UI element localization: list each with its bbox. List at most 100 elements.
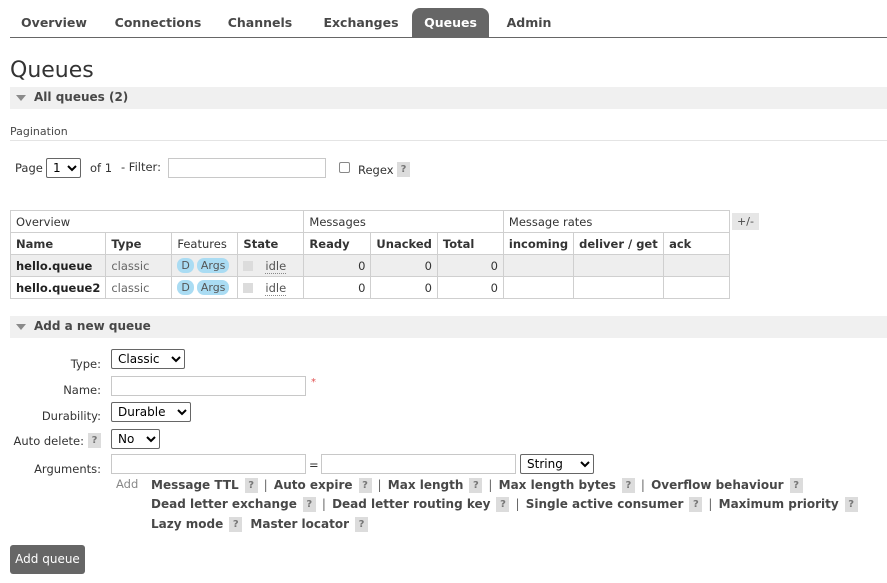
queue-type: classic xyxy=(105,254,173,277)
column-header-unacked[interactable]: Unacked xyxy=(370,232,438,255)
rate-ack xyxy=(663,276,731,299)
help-icon[interactable]: ? xyxy=(496,497,510,512)
column-header-ack[interactable]: ack xyxy=(663,232,731,255)
all-queues-section-toggle[interactable]: All queues (2) xyxy=(10,87,887,109)
group-header-overview: Overview xyxy=(9,210,305,233)
hint-max-length-bytes[interactable]: Max length bytes xyxy=(499,478,616,492)
argument-type-select[interactable]: String xyxy=(520,454,594,474)
hint-lazy-mode[interactable]: Lazy mode xyxy=(151,517,223,531)
hint-overflow-behaviour[interactable]: Overflow behaviour xyxy=(651,478,784,492)
messages-ready: 0 xyxy=(303,254,372,277)
rate-deliver-get xyxy=(573,254,665,277)
help-icon[interactable]: ? xyxy=(621,478,635,493)
equals-sign: = xyxy=(309,458,319,472)
auto-delete-select[interactable]: No xyxy=(111,429,160,449)
column-header-incoming[interactable]: incoming xyxy=(502,232,575,255)
column-options-button[interactable]: +/- xyxy=(732,213,759,230)
type-label: Type: xyxy=(70,357,101,371)
durability-select[interactable]: Durable xyxy=(111,402,191,422)
required-marker: * xyxy=(311,377,316,388)
pagination-label: Pagination xyxy=(10,125,68,138)
help-icon[interactable]: ? xyxy=(469,478,483,493)
regex-help-icon[interactable]: ? xyxy=(397,162,410,177)
queues-table: Overview Messages Message rates Name Typ… xyxy=(9,210,731,299)
filter-label: - Filter: xyxy=(121,160,161,174)
hint-message-ttl[interactable]: Message TTL xyxy=(151,478,239,492)
hint-auto-expire[interactable]: Auto expire xyxy=(274,478,353,492)
add-queue-section-toggle[interactable]: Add a new queue xyxy=(10,316,887,338)
hint-single-active-consumer[interactable]: Single active consumer xyxy=(526,497,684,511)
durable-badge: D xyxy=(177,258,194,273)
queue-name-link[interactable]: hello.queue xyxy=(9,254,107,277)
queue-features: D Args xyxy=(171,276,239,299)
auto-delete-label: Auto delete: xyxy=(13,434,84,448)
messages-total: 0 xyxy=(436,254,504,277)
messages-total: 0 xyxy=(436,276,504,299)
rate-incoming xyxy=(502,254,575,277)
queue-name-link[interactable]: hello.queue2 xyxy=(9,276,107,299)
divider xyxy=(10,140,887,141)
help-icon[interactable]: ? xyxy=(355,517,369,532)
args-badge: Args xyxy=(196,258,230,273)
help-icon[interactable]: ? xyxy=(302,497,316,512)
group-header-message-rates: Message rates xyxy=(502,210,731,233)
argument-value-input[interactable] xyxy=(321,454,516,474)
regex-checkbox[interactable] xyxy=(339,162,350,173)
help-icon[interactable]: ? xyxy=(244,478,258,493)
state-indicator-icon xyxy=(243,283,254,293)
queue-name-input[interactable] xyxy=(111,376,306,396)
add-queue-button[interactable]: Add queue xyxy=(10,545,85,574)
tab-connections[interactable]: Connections xyxy=(106,8,210,37)
tab-exchanges[interactable]: Exchanges xyxy=(313,8,409,37)
messages-unacked: 0 xyxy=(370,276,438,299)
collapse-triangle-icon xyxy=(16,324,26,330)
column-header-type[interactable]: Type xyxy=(105,232,173,255)
hint-max-length[interactable]: Max length xyxy=(388,478,464,492)
queue-state: idle xyxy=(237,254,305,277)
rate-deliver-get xyxy=(573,276,665,299)
column-header-deliver-get[interactable]: deliver / get xyxy=(573,232,665,255)
tab-channels[interactable]: Channels xyxy=(217,8,303,37)
queue-state: idle xyxy=(237,276,305,299)
queue-type-select[interactable]: Classic xyxy=(111,349,185,369)
hint-maximum-priority[interactable]: Maximum priority xyxy=(719,497,839,511)
page-select[interactable]: 1 xyxy=(46,158,81,178)
help-icon[interactable]: ? xyxy=(229,517,243,532)
tab-admin[interactable]: Admin xyxy=(495,8,563,37)
regex-label: Regex xyxy=(358,163,394,177)
column-header-name[interactable]: Name xyxy=(9,232,107,255)
argument-key-input[interactable] xyxy=(111,454,306,474)
queue-features: D Args xyxy=(171,254,239,277)
column-header-total[interactable]: Total xyxy=(436,232,504,255)
help-icon[interactable]: ? xyxy=(789,478,803,493)
table-row: hello.queue2 classic D Args idle 0 0 0 xyxy=(9,276,731,299)
hint-dead-letter-exchange[interactable]: Dead letter exchange xyxy=(151,497,297,511)
messages-unacked: 0 xyxy=(370,254,438,277)
help-icon[interactable]: ? xyxy=(844,497,858,512)
durability-label: Durability: xyxy=(41,409,101,423)
filter-input[interactable] xyxy=(168,158,326,178)
tab-queues[interactable]: Queues xyxy=(412,8,489,37)
argument-hints-line-1: Message TTL? | Auto expire? | Max length? |… xyxy=(151,478,807,493)
page-label: Page xyxy=(15,161,43,175)
table-row: hello.queue classic D Args idle 0 0 0 xyxy=(9,254,731,277)
all-queues-label: All queues (2) xyxy=(34,90,129,104)
name-label: Name: xyxy=(63,383,101,397)
help-icon[interactable]: ? xyxy=(358,478,372,493)
messages-ready: 0 xyxy=(303,276,372,299)
hint-master-locator[interactable]: Master locator xyxy=(250,517,349,531)
column-header-state[interactable]: State xyxy=(237,232,305,255)
page-of-label: of 1 xyxy=(90,161,113,175)
rate-incoming xyxy=(502,276,575,299)
column-header-features: Features xyxy=(171,232,239,255)
help-icon[interactable]: ? xyxy=(689,497,703,512)
hint-dead-letter-routing-key[interactable]: Dead letter routing key xyxy=(332,497,490,511)
state-indicator-icon xyxy=(243,261,254,271)
tab-overview[interactable]: Overview xyxy=(10,8,98,37)
argument-hints-line-3: Lazy mode? Master locator? xyxy=(151,517,372,532)
column-header-ready[interactable]: Ready xyxy=(303,232,372,255)
argument-hints-line-2: Dead letter exchange? | Dead letter routi… xyxy=(151,497,862,512)
add-queue-section-label: Add a new queue xyxy=(34,319,151,333)
auto-delete-help-icon[interactable]: ? xyxy=(88,433,101,448)
durable-badge: D xyxy=(177,280,194,295)
